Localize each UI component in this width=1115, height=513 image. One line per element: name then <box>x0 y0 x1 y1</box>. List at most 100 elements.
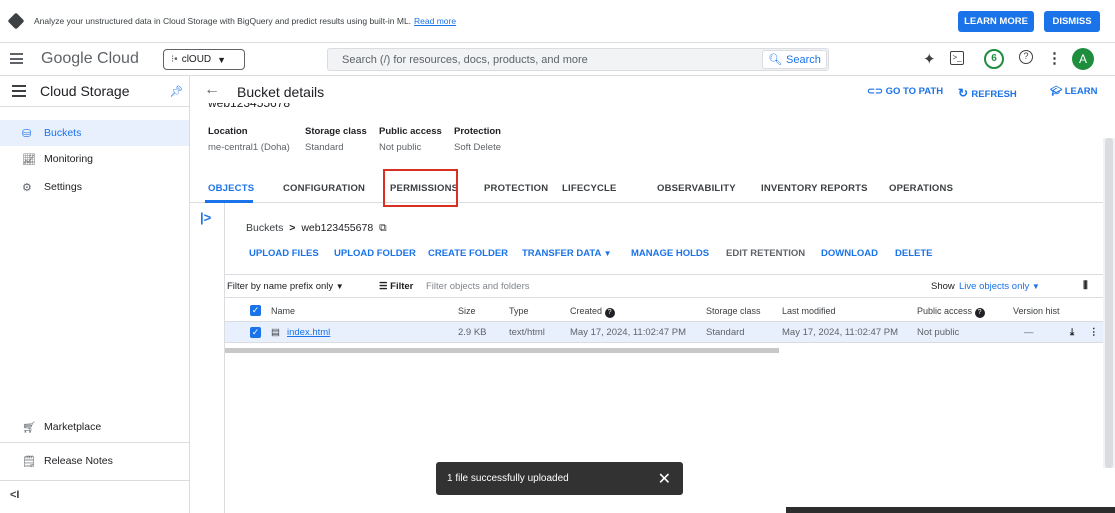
refresh-icon: ↻ <box>958 86 972 100</box>
search-button[interactable]: 🔍︎ Search <box>762 50 827 69</box>
col-version-history[interactable]: Version hist <box>1013 306 1075 316</box>
manage-holds-button[interactable]: MANAGE HOLDS <box>631 248 709 259</box>
gemini-sparkle-icon[interactable]: ✦ <box>923 50 936 68</box>
column-display-icon[interactable]: ⦀ <box>1083 280 1088 293</box>
delete-button[interactable]: DELETE <box>895 248 932 259</box>
col-size[interactable]: Size <box>458 306 476 316</box>
chart-icon: 📈︎ <box>22 153 36 166</box>
object-created: May 17, 2024, 11:02:47 PM <box>570 327 687 338</box>
pin-icon[interactable]: 📌︎ <box>170 85 184 98</box>
live-objects-label: Live objects only <box>959 281 1030 292</box>
back-arrow-icon[interactable]: ← <box>204 81 220 99</box>
col-created-label: Created <box>570 306 603 316</box>
sidebar: Cloud Storage 📌︎ ⛁ Buckets 📈︎ Monitoring… <box>0 76 190 513</box>
learn-button[interactable]: 🎓︎ LEARN <box>1050 86 1097 97</box>
avatar[interactable]: A <box>1072 48 1094 70</box>
tab-protection[interactable]: PROTECTION <box>484 183 548 194</box>
sidebar-item-label: Monitoring <box>44 153 94 165</box>
cart-icon: 🛒︎ <box>22 421 36 434</box>
tab-objects[interactable]: OBJECTS <box>208 183 254 194</box>
caret-down-icon: ▼ <box>603 249 612 258</box>
filter-prefix-select[interactable]: Filter by name prefix only ▼ <box>227 281 344 292</box>
project-icon: ⁝• <box>171 54 178 65</box>
col-type[interactable]: Type <box>509 306 529 316</box>
object-name-link[interactable]: index.html <box>287 327 330 338</box>
edit-retention-button[interactable]: EDIT RETENTION <box>726 248 805 259</box>
expand-panel-icon[interactable]: |> <box>200 210 211 225</box>
dismiss-button[interactable]: DISMISS <box>1044 11 1100 32</box>
sidebar-item-monitoring[interactable]: 📈︎ Monitoring <box>0 146 189 172</box>
cloud-shell-icon[interactable]: >_ <box>950 51 964 65</box>
col-name[interactable]: Name <box>271 306 295 316</box>
row-checkbox[interactable]: ✓ <box>250 327 261 338</box>
collapse-sidebar-button[interactable]: <I <box>0 482 189 508</box>
search-input[interactable]: Search (/) for resources, docs, products… <box>342 54 588 66</box>
google-cloud-brand[interactable]: Google Cloud <box>41 50 139 68</box>
google-cloud-logo-icon <box>7 12 25 30</box>
tab-observability[interactable]: OBSERVABILITY <box>657 183 736 194</box>
protection-label: Protection <box>454 126 501 137</box>
help-icon[interactable]: ? <box>1019 50 1033 64</box>
project-selector[interactable]: ⁝• clOUD ▼ <box>163 49 245 70</box>
sidebar-item-buckets[interactable]: ⛁ Buckets <box>0 120 189 146</box>
notifications-badge[interactable]: 6 <box>984 49 1004 69</box>
row-more-icon[interactable]: ⋮ <box>1089 327 1099 338</box>
tab-configuration[interactable]: CONFIGURATION <box>283 183 365 194</box>
search-bar[interactable]: Search (/) for resources, docs, products… <box>327 48 829 71</box>
breadcrumb: Buckets > web123455678 ⧉ <box>246 222 387 235</box>
sidebar-item-release-notes[interactable]: 🗒︎ Release Notes <box>0 448 189 474</box>
page-title: Bucket details <box>237 84 325 100</box>
permissions-highlight-box <box>383 169 458 207</box>
snackbar-toast: 1 file successfully uploaded ✕ <box>436 462 683 495</box>
sidebar-item-settings[interactable]: ⚙ Settings <box>0 174 189 200</box>
close-icon[interactable]: ✕ <box>658 469 671 489</box>
col-created[interactable]: Created ? <box>570 306 615 318</box>
live-objects-select[interactable]: Live objects only ▼ <box>959 281 1040 292</box>
folder-panel-toggle-column: |> <box>190 203 225 513</box>
upload-files-button[interactable]: UPLOAD FILES <box>249 248 319 259</box>
storage-class-value: Standard <box>305 142 344 153</box>
tab-lifecycle[interactable]: LIFECYCLE <box>562 183 617 194</box>
more-vert-icon[interactable]: ⋮ <box>1047 49 1062 67</box>
transfer-data-button[interactable]: TRANSFER DATA ▼ <box>522 248 612 259</box>
col-public-access-label: Public access <box>917 306 973 316</box>
copy-icon[interactable]: ⧉ <box>379 222 387 234</box>
table-row[interactable]: ✓ ▤ index.html 2.9 KB text/html May 17, … <box>225 322 1105 343</box>
object-storage-class: Standard <box>706 327 745 338</box>
refresh-button[interactable]: ↻ REFRESH <box>958 86 1017 100</box>
vertical-scrollbar[interactable] <box>1103 138 1115 468</box>
filter-button[interactable]: ☰ Filter <box>379 281 413 292</box>
go-to-path-button[interactable]: ⊂⊃ GO TO PATH <box>867 86 943 97</box>
select-all-checkbox[interactable]: ✓ <box>250 305 261 316</box>
sidebar-item-marketplace[interactable]: 🛒︎ Marketplace <box>0 414 189 440</box>
go-to-path-label: GO TO PATH <box>885 86 944 97</box>
download-button[interactable]: DOWNLOAD <box>821 248 878 259</box>
sidebar-item-label: Marketplace <box>44 421 102 433</box>
help-icon: ? <box>604 308 615 318</box>
top-bar: Google Cloud ⁝• clOUD ▼ Search (/) for r… <box>0 43 1115 76</box>
download-icon[interactable]: ⤓ <box>1070 327 1074 338</box>
horizontal-scrollbar[interactable] <box>225 348 779 353</box>
main-content: ← Bucket details ⊂⊃ GO TO PATH ↻ REFRESH… <box>190 76 1115 513</box>
sidebar-item-label: Settings <box>44 181 82 193</box>
upload-folder-button[interactable]: UPLOAD FOLDER <box>334 248 416 259</box>
tab-inventory-reports[interactable]: INVENTORY REPORTS <box>761 183 868 194</box>
filter-icon: ☰ <box>379 281 391 292</box>
caret-down-icon: ▼ <box>1031 282 1040 291</box>
create-folder-button[interactable]: CREATE FOLDER <box>428 248 508 259</box>
banner-read-more-link[interactable]: Read more <box>414 16 456 26</box>
sidebar-item-label: Release Notes <box>44 455 113 467</box>
col-last-modified[interactable]: Last modified <box>782 306 836 316</box>
filter-input[interactable]: Filter objects and folders <box>426 281 530 292</box>
tab-operations[interactable]: OPERATIONS <box>889 183 953 194</box>
object-last-modified: May 17, 2024, 11:02:47 PM <box>782 327 899 338</box>
protection-value: Soft Delete <box>454 142 501 153</box>
bucket-name-clipped: web123455678 <box>208 103 290 109</box>
breadcrumb-buckets-link[interactable]: Buckets <box>246 222 283 234</box>
breadcrumb-bucket-name: web123455678 <box>301 222 374 234</box>
col-public-access[interactable]: Public access ? <box>917 306 985 318</box>
tab-bar: OBJECTS CONFIGURATION PERMISSIONS PROTEC… <box>190 174 1105 203</box>
menu-icon[interactable] <box>10 53 23 67</box>
learn-more-button[interactable]: LEARN MORE <box>958 11 1034 32</box>
col-storage-class[interactable]: Storage class <box>706 306 761 316</box>
